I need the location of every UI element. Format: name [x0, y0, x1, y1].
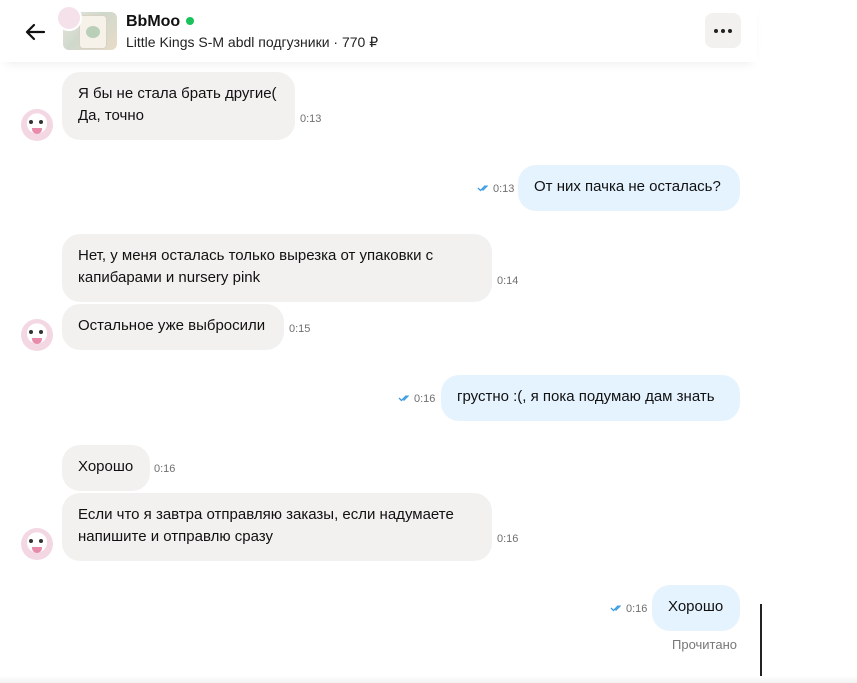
- message-time: 0:14: [497, 275, 519, 287]
- read-check-icon: [610, 605, 621, 612]
- read-check-icon: [398, 395, 409, 402]
- divider: [0, 676, 857, 683]
- message-text: Я бы не стала брать другие(: [78, 85, 277, 102]
- message-bubble-incoming: Нет, у меня осталась только вырезка от у…: [62, 234, 492, 302]
- message-bubble-outgoing: От них пачка не осталась?: [518, 165, 740, 211]
- seller-name[interactable]: BbMoo: [126, 13, 180, 31]
- product-title[interactable]: Little Kings S-M abdl подгузники · 770 ₽: [126, 34, 378, 51]
- message-time: 0:13: [300, 113, 322, 125]
- seller-avatar[interactable]: [21, 319, 53, 351]
- message-text: Хорошо: [668, 598, 724, 615]
- seller-avatar[interactable]: [21, 109, 53, 141]
- message-text: напишите и отправлю сразу: [78, 528, 274, 545]
- message-text: Да, точно: [78, 107, 144, 124]
- message-time: 0:16: [626, 603, 648, 615]
- message-bubble-outgoing: Хорошо: [652, 585, 740, 631]
- message-text: грустно :(, я пока подумаю дам знать: [457, 388, 715, 405]
- seller-avatar: [56, 5, 82, 31]
- message-bubble-incoming: Если что я завтра отправляю заказы, если…: [62, 493, 492, 561]
- message-bubble-incoming: Остальное уже выбросили: [62, 304, 284, 350]
- more-options-button[interactable]: [705, 13, 741, 48]
- chat-header: BbMoo Little Kings S-M abdl подгузники ·…: [0, 0, 757, 62]
- message-text: Нет, у меня осталась только вырезка от у…: [78, 247, 434, 264]
- message-bubble-outgoing: грустно :(, я пока подумаю дам знать: [441, 375, 740, 421]
- scrollbar[interactable]: [760, 604, 762, 677]
- message-text: Если что я завтра отправляю заказы, если…: [78, 506, 454, 523]
- message-text: Хорошо: [78, 458, 134, 475]
- message-text: Остальное уже выбросили: [78, 317, 266, 334]
- message-time: 0:16: [497, 533, 519, 545]
- message-time: 0:16: [414, 393, 436, 405]
- message-time: 0:16: [154, 463, 176, 475]
- back-arrow-icon[interactable]: [22, 19, 48, 45]
- seller-avatar[interactable]: [21, 528, 53, 560]
- message-time: 0:15: [289, 323, 311, 335]
- message-text: От них пачка не осталась?: [534, 178, 721, 195]
- message-text: капибарами и nursery pink: [78, 269, 261, 286]
- read-status: Прочитано: [672, 637, 737, 652]
- read-check-icon: [477, 185, 488, 192]
- message-bubble-incoming: Я бы не стала брать другие( Да, точно: [62, 72, 295, 140]
- online-status-dot: [186, 17, 194, 25]
- message-time: 0:13: [493, 183, 515, 195]
- message-bubble-incoming: Хорошо: [62, 445, 150, 491]
